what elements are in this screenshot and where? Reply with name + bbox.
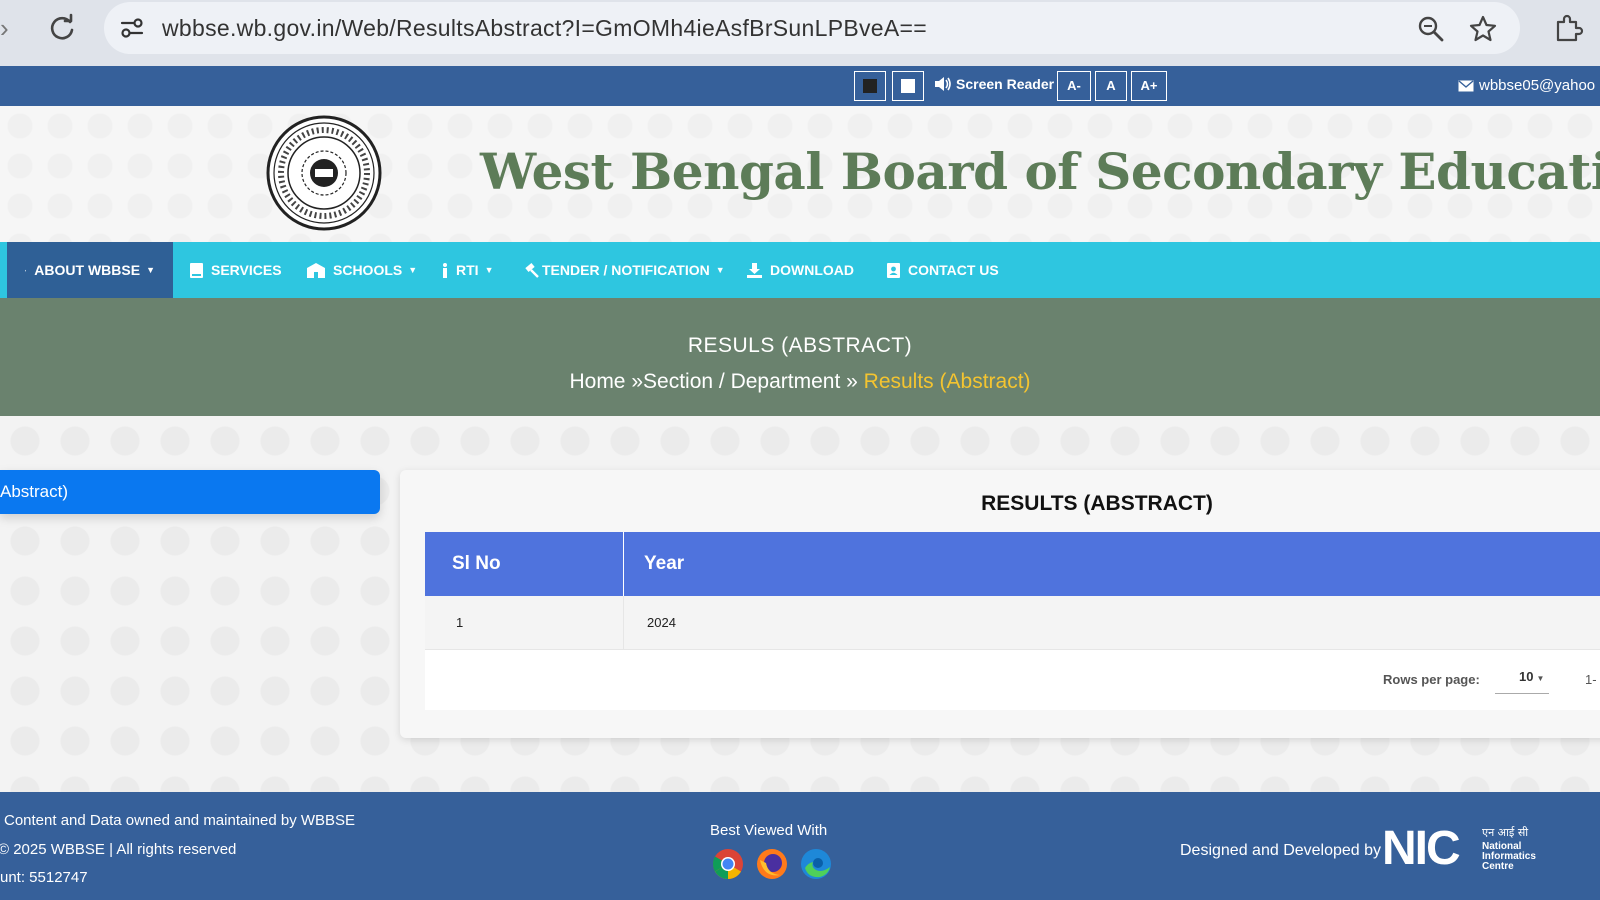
sidebar-item-results-abstract[interactable]: Abstract) [0,470,380,514]
email-text: wbbse05@yahoo [1479,77,1596,94]
site-title: West Bengal Board of Secondary Education [480,142,1600,201]
url-text[interactable]: wbbse.wb.gov.in/Web/ResultsAbstract?I=Gm… [162,15,927,42]
nav-download[interactable]: DOWNLOAD [747,242,854,298]
edge-icon [801,849,831,879]
nav-rti[interactable]: RTI ▼ [442,242,493,298]
chrome-icon [712,849,743,880]
svg-text:एन आई सी: एन आई सी [1482,826,1528,839]
breadcrumb-section[interactable]: Section / Department [643,370,840,393]
pagination-range: 1- [1585,672,1597,687]
nav-contact-us[interactable]: CONTACT US [887,242,999,298]
footer-ownership: Content and Data owned and maintained by… [4,812,356,829]
footer-copyright: © 2025 WBBSE | All rights reserved [0,841,237,858]
screen-reader-label: Screen Reader [956,76,1055,92]
caret-down-icon: ▼ [484,265,494,275]
breadcrumb-current: Results (Abstract) [863,370,1031,393]
screen-reader-button[interactable]: Screen Reader [934,76,1054,92]
column-header-year[interactable]: Year [624,532,1600,596]
rows-per-page-select[interactable]: 10 ▼ [1495,660,1549,694]
breadcrumb-separator-icon: » [631,370,644,393]
zoom-icon[interactable] [1416,14,1446,44]
caret-down-icon: ▼ [408,265,418,275]
site-header: West Bengal Board of Secondary Education [0,106,1600,242]
nav-label: SCHOOLS [333,262,403,278]
email-link[interactable]: wbbse05@yahoo [1458,77,1595,94]
breadcrumb-separator-icon: » [846,370,864,393]
envelope-icon [1458,79,1474,91]
gavel-icon [525,262,539,278]
nav-tender-notification[interactable]: TENDER / NOTIFICATION ▼ [524,242,725,298]
results-card: RESULTS (ABSTRACT) Sl No Year 1 2024 Row… [400,470,1600,738]
browser-toolbar: › wbbse.wb.gov.in/Web/ResultsAbstract?I=… [0,0,1600,66]
best-viewed-label: Best Viewed With [710,822,828,839]
browser-icons [712,848,832,880]
nav-label: RTI [456,262,479,278]
nav-schools[interactable]: SCHOOLS ▼ [307,242,417,298]
site-footer: Content and Data owned and maintained by… [0,792,1600,900]
nav-label: CONTACT US [908,262,999,278]
nav-about-wbbse[interactable]: ABOUT WBBSE ▼ [7,242,173,298]
light-square-icon [901,79,915,93]
bookmark-star-icon[interactable] [1468,14,1498,44]
footer-visitor-count: unt: 5512747 [0,869,88,886]
cell-sl-no: 1 [425,596,624,650]
svg-text:Centre: Centre [1482,861,1514,870]
nav-label: DOWNLOAD [770,262,854,278]
caret-down-icon: ▼ [146,265,155,275]
book-icon [190,262,203,278]
nav-label: ABOUT WBBSE [34,262,141,278]
font-increase-button[interactable]: A+ [1131,71,1167,101]
nav-label: TENDER / NOTIFICATION [542,262,710,278]
download-icon [747,262,762,278]
caret-down-icon: ▼ [715,265,725,275]
font-normal-button[interactable]: A [1095,71,1127,101]
table-row[interactable]: 1 2024 [425,596,1600,650]
column-header-sl-no[interactable]: Sl No [425,532,624,596]
main-navigation: ABOUT WBBSE ▼ SERVICES SCHOOLS ▼ RTI ▼ T… [0,242,1600,298]
address-bar[interactable]: wbbse.wb.gov.in/Web/ResultsAbstract?I=Gm… [104,2,1520,54]
designed-by-label: Designed and Developed by [1180,842,1382,859]
banner-title: RESULS (ABSTRACT) [687,334,913,357]
forward-icon[interactable]: › [0,14,20,42]
school-icon [307,262,325,278]
font-decrease-button[interactable]: A- [1057,71,1091,101]
breadcrumb-home[interactable]: Home [569,370,625,393]
info-icon [443,262,447,278]
accessibility-bar: Screen Reader A- A A+ wbbse05@yahoo [0,66,1600,106]
page-banner: RESULS (ABSTRACT) Home »Section / Depart… [0,298,1600,416]
nic-logo[interactable]: NIC एन आई सी National Informatics Centre [1382,822,1550,870]
firefox-icon [757,849,787,879]
content-area: Abstract) RESULTS (ABSTRACT) Sl No Year … [0,416,1600,792]
speaker-icon [935,77,951,91]
contact-icon [887,262,900,278]
dark-contrast-button[interactable] [854,71,886,101]
wbbse-seal-logo[interactable] [265,114,383,232]
caret-down-icon: ▼ [1536,674,1545,683]
dark-square-icon [863,79,877,93]
reload-icon[interactable] [46,12,78,44]
cell-year[interactable]: 2024 [647,596,676,650]
extensions-icon[interactable] [1552,12,1584,44]
site-info-icon[interactable] [118,14,146,42]
nav-services[interactable]: SERVICES [190,242,282,298]
breadcrumb: Home »Section / Department » Results (Ab… [0,370,1600,394]
rows-per-page-value: 10 [1519,669,1534,684]
light-contrast-button[interactable] [892,71,924,101]
rows-per-page-label: Rows per page: [1383,672,1480,687]
card-title: RESULTS (ABSTRACT) [981,492,1213,515]
user-icon [25,269,27,271]
results-table: Sl No Year 1 2024 Rows per page: 10 ▼ 1- [425,532,1600,710]
nav-label: SERVICES [211,262,282,278]
svg-text:NIC: NIC [1382,822,1460,870]
